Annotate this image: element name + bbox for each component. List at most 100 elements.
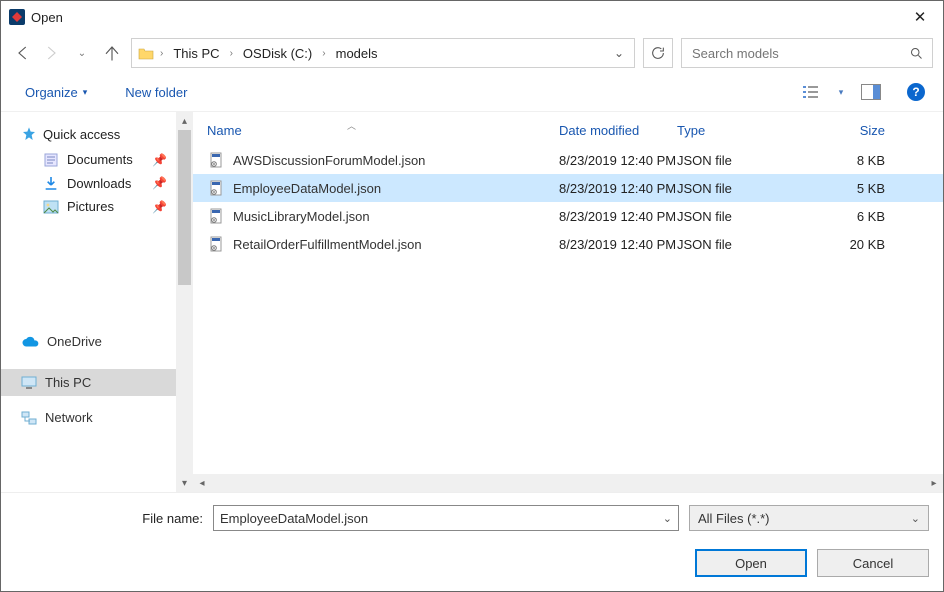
col-type[interactable]: Type (677, 123, 827, 138)
file-date: 8/23/2019 12:40 PM (559, 209, 677, 224)
breadcrumb-item[interactable]: models (330, 39, 384, 67)
pin-icon: 📌 (152, 176, 167, 190)
toolbar: Organize ▾ New folder ▾ ? (1, 73, 943, 111)
sidebar-label: OneDrive (47, 334, 102, 349)
file-type-filter[interactable]: All Files (*.*) ⌄ (689, 505, 929, 531)
filename-label: File name: (15, 511, 203, 526)
cloud-icon (21, 336, 39, 348)
sidebar-item-downloads[interactable]: Downloads 📌 (1, 171, 193, 195)
file-type: JSON file (677, 181, 827, 196)
file-date: 8/23/2019 12:40 PM (559, 237, 677, 252)
sidebar-item-onedrive[interactable]: OneDrive (1, 328, 193, 355)
col-date[interactable]: Date modified (559, 123, 677, 138)
sidebar-label: Quick access (43, 127, 120, 142)
refresh-button[interactable] (643, 38, 673, 68)
file-type: JSON file (677, 237, 827, 252)
new-folder-button[interactable]: New folder (119, 81, 193, 104)
organize-label: Organize (25, 85, 78, 100)
file-name: AWSDiscussionForumModel.json (227, 153, 559, 168)
sidebar-label: Documents (67, 152, 133, 167)
cancel-button[interactable]: Cancel (817, 549, 929, 577)
network-icon (21, 411, 37, 425)
search-box[interactable] (681, 38, 933, 68)
col-name[interactable]: Name ︿ (207, 123, 559, 138)
back-button[interactable] (11, 42, 33, 64)
file-size: 6 KB (827, 209, 893, 224)
sidebar-scrollbar[interactable]: ▴ ▾ (176, 112, 193, 492)
sidebar-label: Downloads (67, 176, 131, 191)
document-icon (43, 153, 59, 167)
folder-icon (136, 43, 156, 63)
sort-ascending-icon: ︿ (347, 119, 356, 132)
sidebar-label: Network (45, 410, 93, 425)
chevron-right-icon: › (318, 48, 329, 59)
scroll-right-icon[interactable]: ▸ (925, 474, 943, 492)
scroll-up-icon[interactable]: ▴ (176, 112, 193, 130)
search-input[interactable] (690, 45, 908, 62)
col-size[interactable]: Size (827, 123, 893, 138)
sidebar-label: Pictures (67, 199, 114, 214)
bottom-panel: File name: EmployeeDataModel.json ⌄ All … (1, 492, 943, 591)
history-dropdown[interactable]: ⌄ (71, 42, 93, 64)
file-size: 20 KB (827, 237, 893, 252)
scroll-thumb[interactable] (178, 130, 191, 285)
sidebar-item-documents[interactable]: Documents 📌 (1, 148, 193, 171)
breadcrumb-item[interactable]: This PC (167, 39, 225, 67)
sidebar-item-pictures[interactable]: Pictures 📌 (1, 195, 193, 218)
file-date: 8/23/2019 12:40 PM (559, 181, 677, 196)
breadcrumb-dropdown[interactable]: ⌄ (608, 46, 630, 60)
nav-row: ⌄ › This PC › OSDisk (C:) › models ⌄ (1, 33, 943, 73)
json-file-icon (207, 180, 227, 196)
file-size: 5 KB (827, 181, 893, 196)
computer-icon (21, 376, 37, 390)
window-title: Open (31, 10, 63, 25)
pin-icon: 📌 (152, 200, 167, 214)
star-icon (21, 126, 37, 142)
view-controls: ▾ ? (801, 83, 925, 101)
help-button[interactable]: ? (907, 83, 925, 101)
scroll-down-icon[interactable]: ▾ (176, 474, 193, 492)
sidebar-label: This PC (45, 375, 91, 390)
pin-icon: 📌 (152, 153, 167, 167)
file-date: 8/23/2019 12:40 PM (559, 153, 677, 168)
filename-input[interactable]: EmployeeDataModel.json ⌄ (213, 505, 679, 531)
h-scrollbar[interactable]: ◂ ▸ (193, 474, 943, 492)
file-row[interactable]: MusicLibraryModel.json8/23/2019 12:40 PM… (193, 202, 943, 230)
sidebar-item-this-pc[interactable]: This PC (1, 369, 193, 396)
new-folder-label: New folder (125, 85, 187, 100)
sidebar-item-quick-access[interactable]: Quick access (1, 120, 193, 148)
file-list: AWSDiscussionForumModel.json8/23/2019 12… (193, 142, 943, 258)
chevron-down-icon[interactable]: ⌄ (663, 512, 672, 525)
file-row[interactable]: AWSDiscussionForumModel.json8/23/2019 12… (193, 146, 943, 174)
chevron-right-icon: › (226, 48, 237, 59)
app-icon (9, 9, 25, 25)
body: Quick access Documents 📌 Downloads 📌 Pic… (1, 111, 943, 492)
sidebar-item-network[interactable]: Network (1, 404, 193, 431)
file-row[interactable]: EmployeeDataModel.json8/23/2019 12:40 PM… (193, 174, 943, 202)
close-button[interactable]: ✕ (897, 1, 943, 33)
breadcrumb[interactable]: › This PC › OSDisk (C:) › models ⌄ (131, 38, 635, 68)
breadcrumb-item[interactable]: OSDisk (C:) (237, 39, 318, 67)
json-file-icon (207, 152, 227, 168)
open-button[interactable]: Open (695, 549, 807, 577)
file-row[interactable]: RetailOrderFulfillmentModel.json8/23/201… (193, 230, 943, 258)
file-type: JSON file (677, 209, 827, 224)
picture-icon (43, 200, 59, 214)
file-type: JSON file (677, 153, 827, 168)
download-arrow-icon (43, 175, 59, 191)
chevron-down-icon: ⌄ (911, 512, 920, 525)
json-file-icon (207, 236, 227, 252)
file-area: Name ︿ Date modified Type Size AWSDiscus… (193, 112, 943, 492)
json-file-icon (207, 208, 227, 224)
column-headers: Name ︿ Date modified Type Size (193, 112, 943, 142)
view-details-icon[interactable] (801, 83, 821, 101)
file-name: RetailOrderFulfillmentModel.json (227, 237, 559, 252)
up-button[interactable] (101, 42, 123, 64)
forward-button[interactable] (41, 42, 63, 64)
scroll-left-icon[interactable]: ◂ (193, 474, 211, 492)
open-dialog-window: Open ✕ ⌄ › This PC › OSDisk (C:) › model… (0, 0, 944, 592)
file-name: EmployeeDataModel.json (227, 181, 559, 196)
preview-pane-icon[interactable] (861, 83, 881, 101)
view-dropdown[interactable]: ▾ (831, 83, 851, 101)
organize-menu[interactable]: Organize ▾ (19, 81, 93, 104)
